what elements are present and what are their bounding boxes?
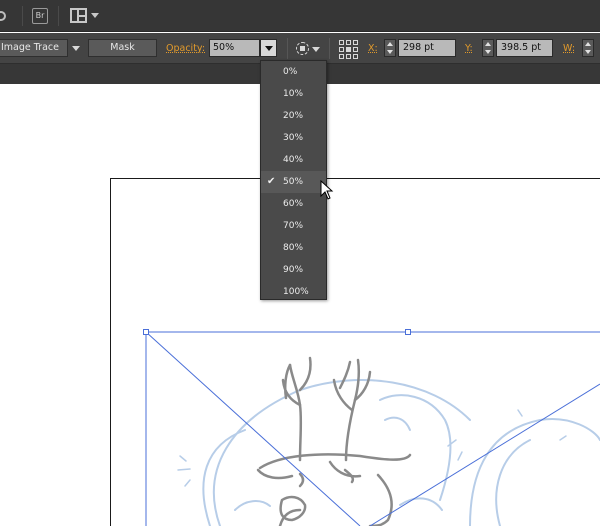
menu-item-70-percent[interactable]: 70% <box>261 215 326 237</box>
menu-item-40-percent[interactable]: 40% <box>261 149 326 171</box>
menu-item-80-percent[interactable]: 80% <box>261 237 326 259</box>
menu-item-20-percent[interactable]: 20% <box>261 105 326 127</box>
menu-item-50-percent[interactable]: ✔ 50% <box>261 171 326 193</box>
opacity-dropdown-menu: 0% 10% 20% 30% 40% ✔ 50% 60% 70% 80% 90%… <box>260 60 327 300</box>
menu-item-90-percent[interactable]: 90% <box>261 259 326 281</box>
menu-item-100-percent[interactable]: 100% <box>261 281 326 303</box>
selection-handle[interactable] <box>405 329 411 335</box>
checkmark-icon: ✔ <box>267 176 276 187</box>
selection-handle[interactable] <box>143 329 149 335</box>
menu-item-30-percent[interactable]: 30% <box>261 127 326 149</box>
cursor-arrow-icon <box>320 180 334 200</box>
menu-item-10-percent[interactable]: 10% <box>261 83 326 105</box>
menu-item-0-percent[interactable]: 0% <box>261 61 326 83</box>
menu-item-60-percent[interactable]: 60% <box>261 193 326 215</box>
